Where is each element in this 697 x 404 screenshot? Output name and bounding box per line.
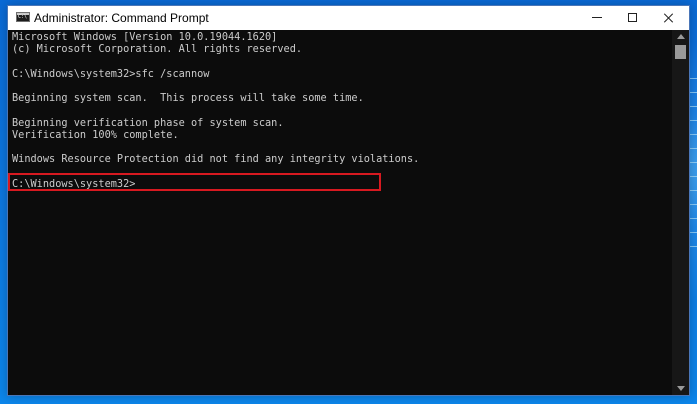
console-line: Beginning system scan. This process will… [12, 92, 364, 104]
console-line: Microsoft Windows [Version 10.0.19044.16… [12, 31, 278, 43]
command-prompt-icon [16, 12, 30, 22]
scroll-up-icon[interactable] [672, 30, 689, 43]
maximize-icon [628, 13, 637, 22]
console-output[interactable]: Microsoft Windows [Version 10.0.19044.16… [8, 30, 672, 395]
window-titlebar[interactable]: Administrator: Command Prompt [8, 6, 689, 30]
vertical-scrollbar[interactable] [672, 30, 689, 395]
command-prompt-line: C:\Windows\system32> [12, 178, 136, 190]
scroll-down-icon[interactable] [672, 382, 689, 395]
scroll-thumb[interactable] [675, 45, 686, 59]
command-prompt-window[interactable]: Administrator: Command Prompt Microsoft … [7, 5, 690, 396]
maximize-button[interactable] [615, 6, 651, 30]
console-line: Beginning verification phase of system s… [12, 117, 284, 129]
console-line: C:\Windows\system32>sfc /scannow [12, 68, 210, 80]
console-line: (c) Microsoft Corporation. All rights re… [12, 43, 303, 55]
highlighted-result-line: Windows Resource Protection did not find… [12, 153, 420, 165]
close-button[interactable] [651, 6, 687, 30]
window-title: Administrator: Command Prompt [34, 11, 209, 25]
minimize-icon [592, 17, 602, 18]
console-line: Verification 100% complete. [12, 129, 179, 141]
minimize-button[interactable] [579, 6, 615, 30]
